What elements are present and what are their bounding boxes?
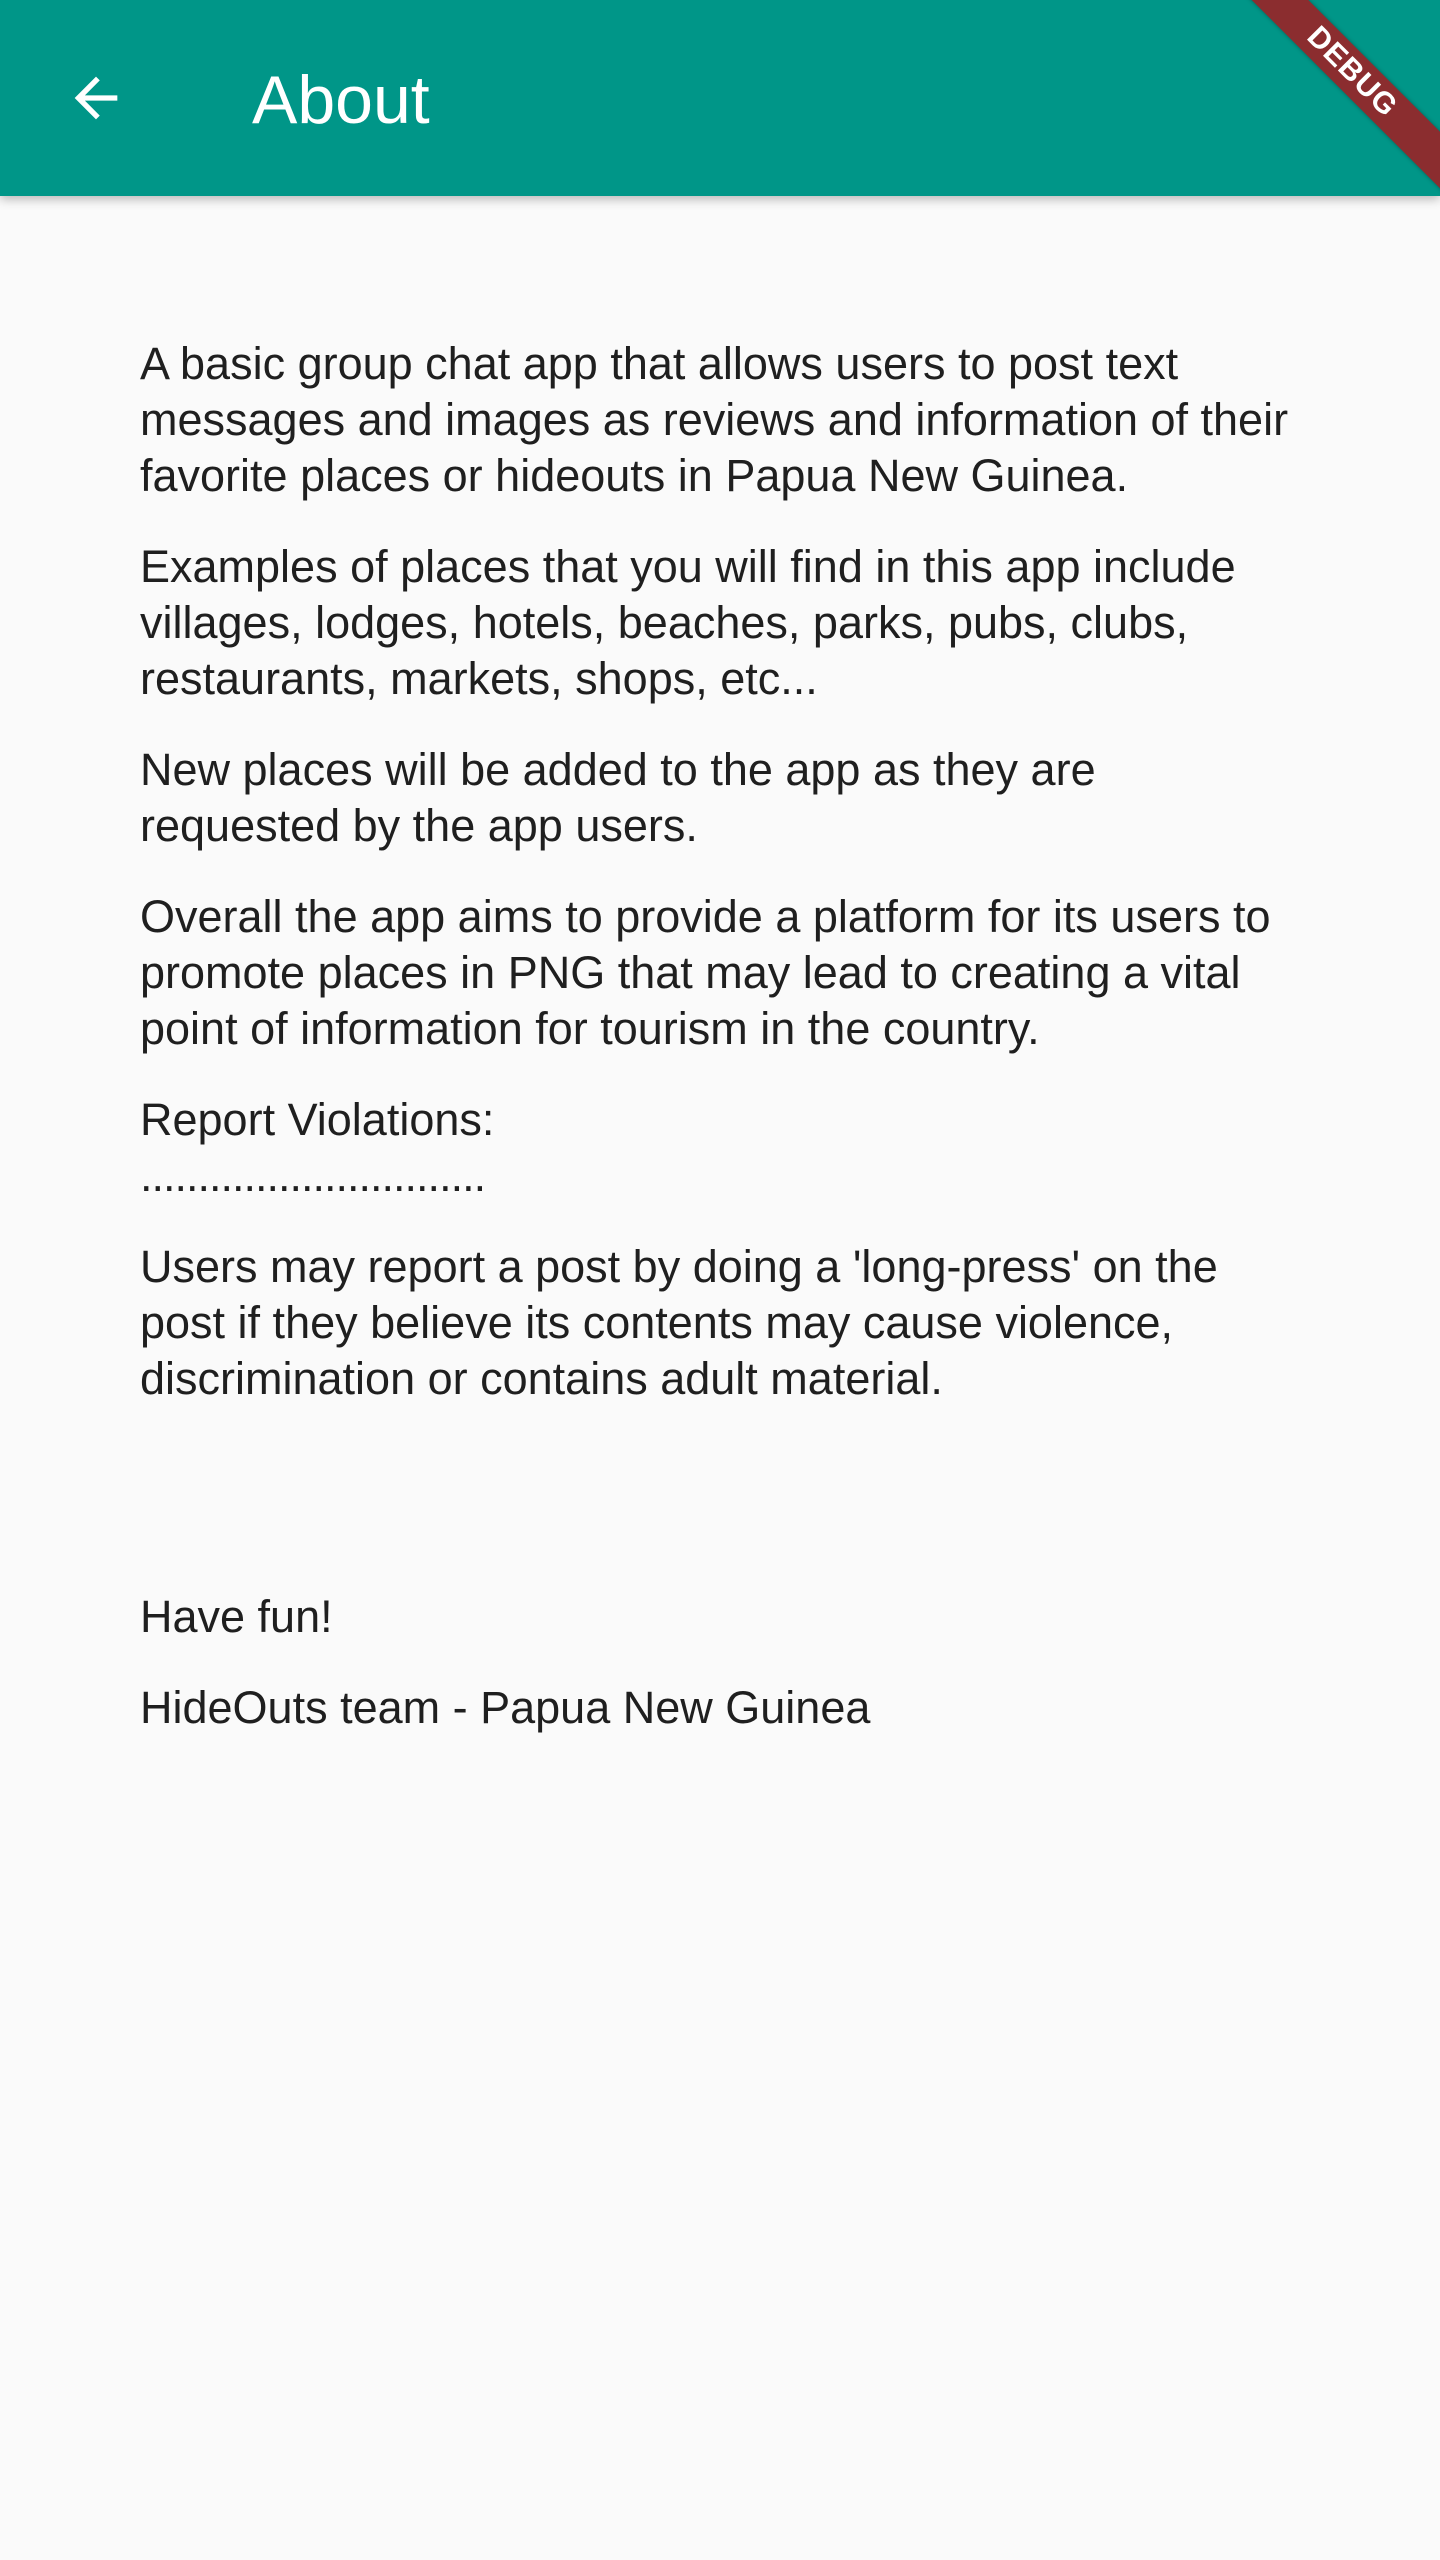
back-button[interactable]: [48, 50, 144, 146]
closing-text: Have fun!: [140, 1591, 333, 1642]
report-divider: ..............................: [140, 1150, 486, 1201]
report-violations-text: Users may report a post by doing a 'long…: [140, 1241, 1218, 1404]
signature-text: HideOuts team - Papua New Guinea: [140, 1682, 871, 1733]
app-bar: About: [0, 0, 1440, 196]
page-title: About: [252, 62, 430, 138]
report-violations-heading: Report Violations:: [140, 1094, 495, 1145]
about-paragraph-overall: Overall the app aims to provide a platfo…: [140, 891, 1271, 1054]
about-paragraph-new-places: New places will be added to the app as t…: [140, 744, 1096, 851]
about-paragraph-examples: Examples of places that you will find in…: [140, 541, 1236, 704]
arrow-back-icon: [74, 76, 118, 120]
about-paragraph-intro: A basic group chat app that allows users…: [140, 338, 1289, 501]
about-content: A basic group chat app that allows users…: [140, 336, 1300, 1771]
